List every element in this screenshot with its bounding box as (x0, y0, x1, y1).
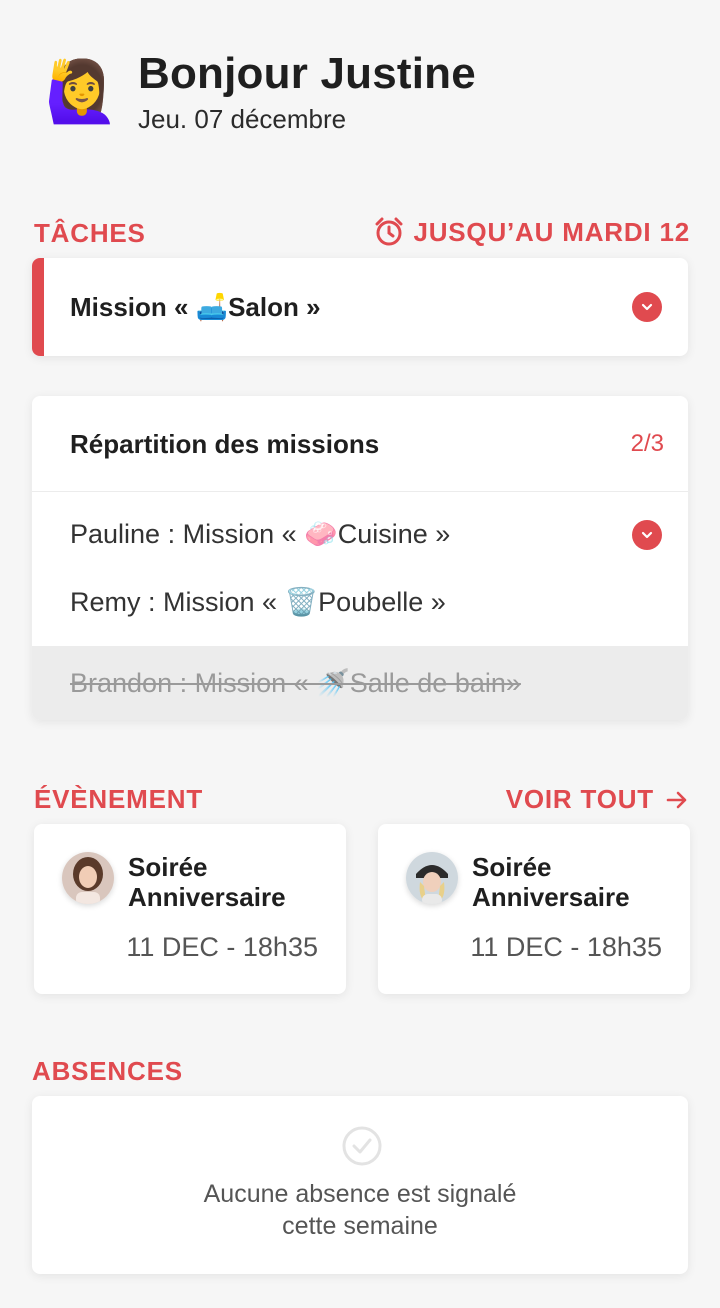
repartition-title: Répartition des missions (70, 429, 380, 459)
event-avatar (406, 852, 458, 904)
event-title: Soirée Anniversaire (472, 852, 630, 912)
mission-card[interactable]: Mission « 🛋️Salon » (32, 258, 688, 356)
alarm-clock-icon (375, 217, 403, 246)
check-circle-icon (342, 1126, 382, 1166)
tasks-section-title: TÂCHES (34, 218, 146, 248)
repartition-row-text: Remy : Mission « 🗑️Poubelle » (70, 587, 446, 617)
tasks-deadline[interactable]: JUSQU’AU MARDI 12 (373, 216, 690, 248)
absences-section-title: ABSENCES (32, 1056, 183, 1086)
event-title: Soirée Anniversaire (128, 852, 286, 912)
person-photo-icon (406, 852, 458, 904)
event-card[interactable]: Soirée Anniversaire 11 DEC - 18h35 (378, 824, 690, 994)
current-date: Jeu. 07 décembre (138, 104, 347, 134)
absences-message-line1: Aucune absence est signalé (203, 1180, 517, 1208)
see-all-label: VOIR TOUT (505, 784, 654, 814)
event-time: 11 DEC - 18h35 (126, 932, 318, 962)
repartition-row-text: Brandon : Mission « 🚿Salle de bain» (70, 668, 521, 698)
greeting: Bonjour Justine (138, 49, 476, 98)
absences-message: Aucune absence est signalé cette semaine (32, 1178, 688, 1242)
repartition-header: Répartition des missions 2/3 (32, 396, 688, 492)
arrow-right-icon (666, 791, 687, 808)
see-all-link[interactable]: VOIR TOUT (506, 784, 690, 815)
expand-mission-button[interactable] (632, 292, 662, 322)
events-section-title: ÉVÈNEMENT (34, 784, 204, 814)
repartition-row-remy[interactable]: Remy : Mission « 🗑️Poubelle » (32, 568, 688, 636)
absences-card: Aucune absence est signalé cette semaine (32, 1096, 688, 1274)
expand-repartition-button[interactable] (632, 520, 662, 550)
repartition-row-brandon[interactable]: Brandon : Mission « 🚿Salle de bain» (32, 646, 688, 720)
header: 🙋‍♀️ Bonjour Justine Jeu. 07 décembre (44, 48, 476, 135)
repartition-card: Répartition des missions 2/3 Pauline : M… (32, 396, 688, 720)
mission-accent-bar (32, 258, 44, 356)
waving-woman-icon: 🙋‍♀️ (44, 57, 120, 125)
repartition-row-text: Pauline : Mission « 🧼Cuisine » (70, 519, 451, 549)
event-avatar (62, 852, 114, 904)
repartition-count: 2/3 (630, 430, 664, 457)
deadline-label: JUSQU’AU MARDI 12 (413, 216, 690, 247)
event-card[interactable]: Soirée Anniversaire 11 DEC - 18h35 (34, 824, 346, 994)
chevron-down-icon (641, 531, 653, 539)
event-time: 11 DEC - 18h35 (470, 932, 662, 962)
person-photo-icon (62, 852, 114, 904)
chevron-down-icon (641, 303, 653, 311)
repartition-row-pauline[interactable]: Pauline : Mission « 🧼Cuisine » (32, 500, 688, 568)
mission-label: Mission « 🛋️Salon » (70, 292, 321, 322)
absences-message-line2: cette semaine (282, 1212, 438, 1240)
